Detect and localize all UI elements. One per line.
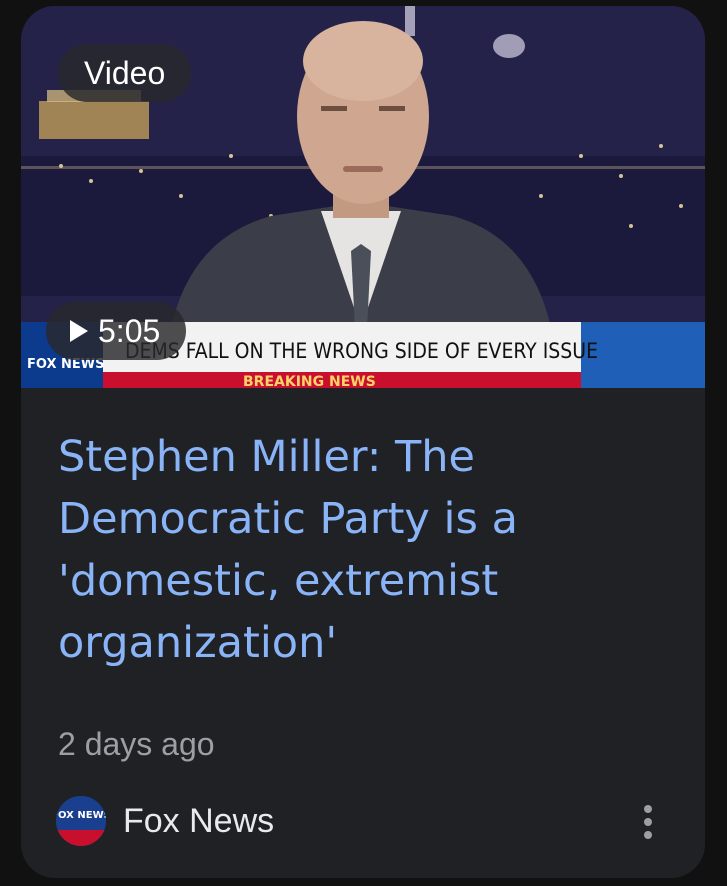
- ticker-text: BREAKING NEWS: [243, 374, 376, 388]
- duration-badge[interactable]: 5:05: [46, 302, 187, 360]
- chyron-text: DEMS FALL ON THE WRONG SIDE OF EVERY ISS…: [125, 339, 598, 363]
- news-card[interactable]: DEMS FALL ON THE WRONG SIDE OF EVERY ISS…: [21, 6, 705, 878]
- source-name: Fox News: [123, 801, 275, 840]
- video-badge-label: Video: [84, 54, 166, 91]
- fox-news-logo-icon: FOX NEWS: [56, 796, 106, 846]
- video-thumbnail[interactable]: DEMS FALL ON THE WRONG SIDE OF EVERY ISS…: [21, 6, 705, 388]
- more-vert-icon[interactable]: [628, 794, 668, 850]
- article-title[interactable]: Stephen Miller: The Democratic Party is …: [58, 426, 678, 674]
- source-row[interactable]: FOX NEWS Fox News: [56, 796, 274, 846]
- source-logo-text: FOX NEWS: [56, 810, 106, 821]
- play-icon: [70, 320, 88, 342]
- duration-label: 5:05: [98, 312, 161, 349]
- published-time: 2 days ago: [58, 726, 215, 762]
- video-badge: Video: [58, 44, 192, 102]
